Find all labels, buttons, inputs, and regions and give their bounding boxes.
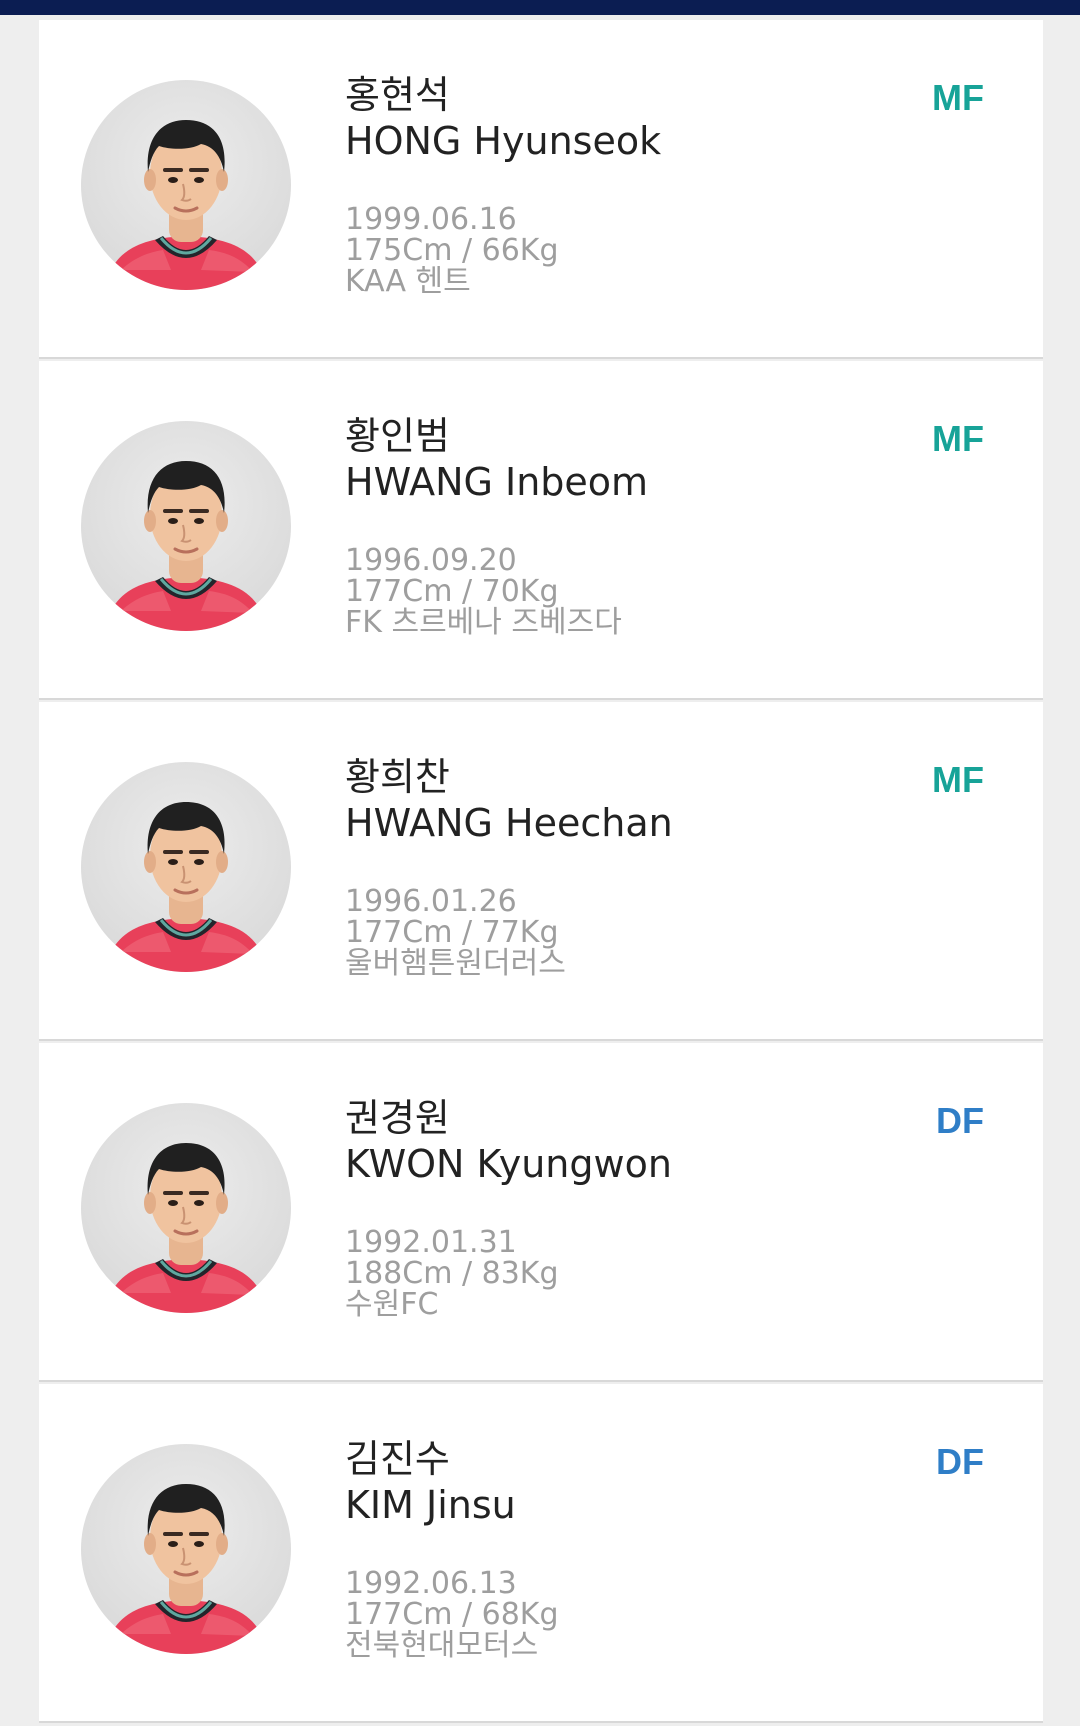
height-weight: 177Cm / 68Kg: [345, 1597, 559, 1632]
birth-date: 1992.01.31: [345, 1225, 517, 1260]
player-portrait-icon: [81, 1103, 291, 1313]
height-weight: 177Cm / 77Kg: [345, 915, 559, 950]
player-details: 1996.09.20 177Cm / 70Kg FK 츠르베나 즈베즈다: [345, 545, 905, 638]
player-details: 1996.01.26 177Cm / 77Kg 울버햄튼원더러스: [345, 886, 905, 979]
player-photo: [81, 421, 291, 631]
player-info: 권경원 KWON Kyungwon 1992.01.31 188Cm / 83K…: [345, 1095, 905, 1320]
player-name-english: HWANG Inbeom: [345, 460, 649, 504]
club-name: 전북현대모터스: [345, 1628, 539, 1663]
player-photo: [81, 762, 291, 972]
player-details: 1992.06.13 177Cm / 68Kg 전북현대모터스: [345, 1568, 905, 1661]
player-portrait-icon: [81, 762, 291, 972]
height-weight: 188Cm / 83Kg: [345, 1256, 559, 1291]
position-badge: MF: [932, 759, 984, 800]
club-name: FK 츠르베나 즈베즈다: [345, 605, 622, 640]
player-portrait-icon: [81, 1444, 291, 1654]
position-badge: MF: [932, 77, 984, 118]
player-photo: [81, 1444, 291, 1654]
player-details: 1992.01.31 188Cm / 83Kg 수원FC: [345, 1227, 905, 1320]
player-info: 홍현석 HONG Hyunseok 1999.06.16 175Cm / 66K…: [345, 72, 905, 297]
birth-date: 1999.06.16: [345, 202, 517, 237]
player-card[interactable]: 권경원 KWON Kyungwon 1992.01.31 188Cm / 83K…: [39, 1043, 1043, 1382]
player-photo: [81, 1103, 291, 1313]
club-name: 울버햄튼원더러스: [345, 946, 566, 981]
player-name-english: KIM Jinsu: [345, 1483, 516, 1527]
player-info: 황인범 HWANG Inbeom 1996.09.20 177Cm / 70Kg…: [345, 413, 905, 638]
position-badge: MF: [932, 418, 984, 459]
player-name-korean: 권경원: [345, 1096, 450, 1140]
player-name-english: KWON Kyungwon: [345, 1142, 672, 1186]
player-name-english: HWANG Heechan: [345, 801, 673, 845]
position-badge: DF: [936, 1100, 984, 1141]
birth-date: 1996.09.20: [345, 543, 517, 578]
position-badge: DF: [936, 1441, 984, 1482]
player-photo: [81, 80, 291, 290]
player-details: 1999.06.16 175Cm / 66Kg KAA 헨트: [345, 204, 905, 297]
player-info: 황희찬 HWANG Heechan 1996.01.26 177Cm / 77K…: [345, 754, 905, 979]
top-navigation-bar: [0, 0, 1080, 15]
player-card[interactable]: 홍현석 HONG Hyunseok 1999.06.16 175Cm / 66K…: [39, 20, 1043, 359]
player-card[interactable]: 황인범 HWANG Inbeom 1996.09.20 177Cm / 70Kg…: [39, 361, 1043, 700]
player-name-english: HONG Hyunseok: [345, 119, 662, 163]
player-name-korean: 황희찬: [345, 755, 450, 799]
player-name-korean: 황인범: [345, 414, 450, 458]
player-name-korean: 김진수: [345, 1437, 450, 1481]
player-portrait-icon: [81, 80, 291, 290]
player-portrait-icon: [81, 421, 291, 631]
birth-date: 1992.06.13: [345, 1566, 517, 1601]
club-name: 수원FC: [345, 1287, 439, 1322]
birth-date: 1996.01.26: [345, 884, 517, 919]
height-weight: 177Cm / 70Kg: [345, 574, 559, 609]
height-weight: 175Cm / 66Kg: [345, 233, 559, 268]
player-list: 홍현석 HONG Hyunseok 1999.06.16 175Cm / 66K…: [39, 20, 1043, 1723]
club-name: KAA 헨트: [345, 264, 471, 299]
player-card[interactable]: 김진수 KIM Jinsu 1992.06.13 177Cm / 68Kg 전북…: [39, 1384, 1043, 1723]
player-card[interactable]: 황희찬 HWANG Heechan 1996.01.26 177Cm / 77K…: [39, 702, 1043, 1041]
player-info: 김진수 KIM Jinsu 1992.06.13 177Cm / 68Kg 전북…: [345, 1436, 905, 1661]
player-name-korean: 홍현석: [345, 73, 450, 117]
